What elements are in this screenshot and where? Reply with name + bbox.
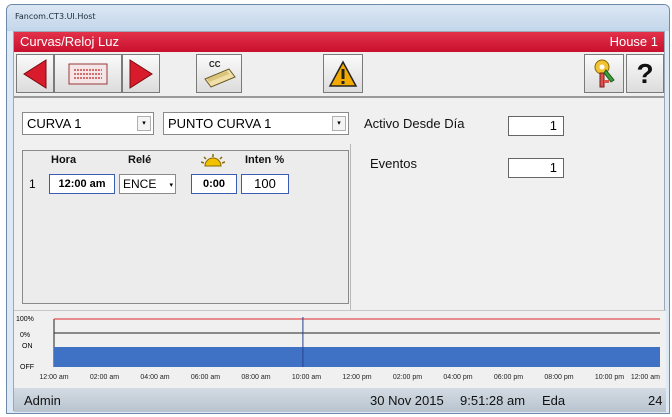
next-button[interactable]	[122, 54, 160, 93]
status-eda-label: Eda	[542, 393, 566, 408]
app-window: Fancom.CT3.UI.Host Curvas/Reloj Luz Hous…	[6, 4, 670, 414]
active-since-label: Activo Desde Día	[364, 116, 465, 131]
page-title: Curvas/Reloj Luz	[20, 34, 119, 49]
status-date: 30 Nov 2015	[370, 393, 444, 408]
vertical-divider	[350, 144, 351, 310]
x-tick-label: 12:00 am	[39, 374, 68, 381]
curve-select-value: CURVA 1	[27, 116, 82, 131]
relay-value: ENCE	[123, 177, 157, 191]
x-tick-label: 08:00 am	[241, 374, 270, 381]
warning-button[interactable]	[323, 54, 363, 93]
point-select[interactable]: PUNTO CURVA 1 ▾	[163, 112, 349, 135]
x-tick-label: 02:00 am	[90, 374, 119, 381]
help-button[interactable]: ?	[626, 54, 664, 93]
cc-label: CC	[209, 60, 221, 69]
x-tick-label: 04:00 pm	[443, 374, 472, 381]
status-bar: Admin 30 Nov 2015 9:51:28 am Eda 24	[14, 388, 666, 412]
curve-select[interactable]: CURVA 1 ▾	[22, 112, 154, 135]
point-select-value: PUNTO CURVA 1	[168, 116, 272, 131]
y-label-0: 0%	[20, 332, 30, 339]
chevron-down-icon[interactable]: ▾	[137, 116, 151, 131]
curve-table: Hora Relé Inten % 1 12:00 am ENCE ▾ 0:00…	[22, 150, 349, 304]
y-label-100: 100%	[16, 316, 34, 323]
cc-button[interactable]: CC	[196, 54, 242, 93]
status-eda-value: 24	[648, 393, 663, 408]
window-title: Fancom.CT3.UI.Host	[15, 12, 96, 21]
key-button[interactable]	[584, 54, 624, 93]
client-area: Curvas/Reloj Luz House 1 CC ? CURVA 1 ▾ …	[13, 31, 666, 412]
prev-button[interactable]	[16, 54, 54, 93]
list-icon	[68, 63, 108, 84]
intensity-header: Inten %	[245, 154, 285, 166]
x-tick-label: 04:00 am	[140, 374, 169, 381]
warning-icon	[328, 59, 358, 87]
x-tick-label: 08:00 pm	[544, 374, 573, 381]
active-since-input[interactable]: 1	[508, 116, 564, 136]
x-tick-label: 12:00 pm	[342, 374, 371, 381]
next-arrow-icon	[129, 58, 153, 89]
prev-arrow-icon	[23, 58, 47, 89]
relay-select[interactable]: ENCE ▾	[119, 174, 176, 194]
toolbar: CC ?	[14, 52, 664, 98]
hour-header: Hora	[51, 154, 77, 166]
house-name: House 1	[609, 34, 658, 49]
window-titlebar[interactable]: Fancom.CT3.UI.Host	[7, 5, 669, 31]
relay-on-area	[54, 347, 660, 367]
events-label: Eventos	[370, 156, 417, 171]
x-tick-label: 02:00 pm	[393, 374, 422, 381]
header-bar: Curvas/Reloj Luz House 1	[14, 32, 664, 52]
chevron-down-icon[interactable]: ▾	[169, 177, 173, 195]
x-tick-label: 10:00 pm	[595, 374, 624, 381]
help-icon: ?	[636, 57, 654, 89]
status-user: Admin	[24, 393, 61, 408]
dim-time-header-icon	[201, 154, 225, 167]
x-tick-label: 06:00 pm	[494, 374, 523, 381]
x-tick-label: 12:00 am	[631, 374, 660, 381]
intensity-cell[interactable]: 100	[241, 174, 289, 194]
row-index: 1	[29, 177, 36, 191]
dim-time-cell[interactable]: 0:00	[191, 174, 237, 194]
events-input[interactable]: 1	[508, 158, 564, 178]
status-time: 9:51:28 am	[460, 393, 526, 408]
x-tick-label: 10:00 am	[292, 374, 321, 381]
relay-header: Relé	[128, 154, 152, 166]
hour-cell[interactable]: 12:00 am	[49, 174, 115, 194]
key-icon	[594, 59, 615, 87]
light-curve-graph: 100% 0% ON OFF 12:00 am 02:00 am 04:00 am 0…	[14, 310, 666, 388]
light-curve-chart: 100% 0% ON OFF 12:00 am 02:00 am 04:00 am 0…	[16, 316, 660, 381]
y-label-off: OFF	[20, 364, 34, 371]
list-button[interactable]	[54, 54, 122, 93]
cc-print-icon: CC	[204, 60, 236, 88]
toolbar-divider	[14, 96, 664, 98]
chevron-down-icon[interactable]: ▾	[332, 116, 346, 131]
x-tick-label: 06:00 am	[191, 374, 220, 381]
y-label-on: ON	[22, 343, 33, 350]
